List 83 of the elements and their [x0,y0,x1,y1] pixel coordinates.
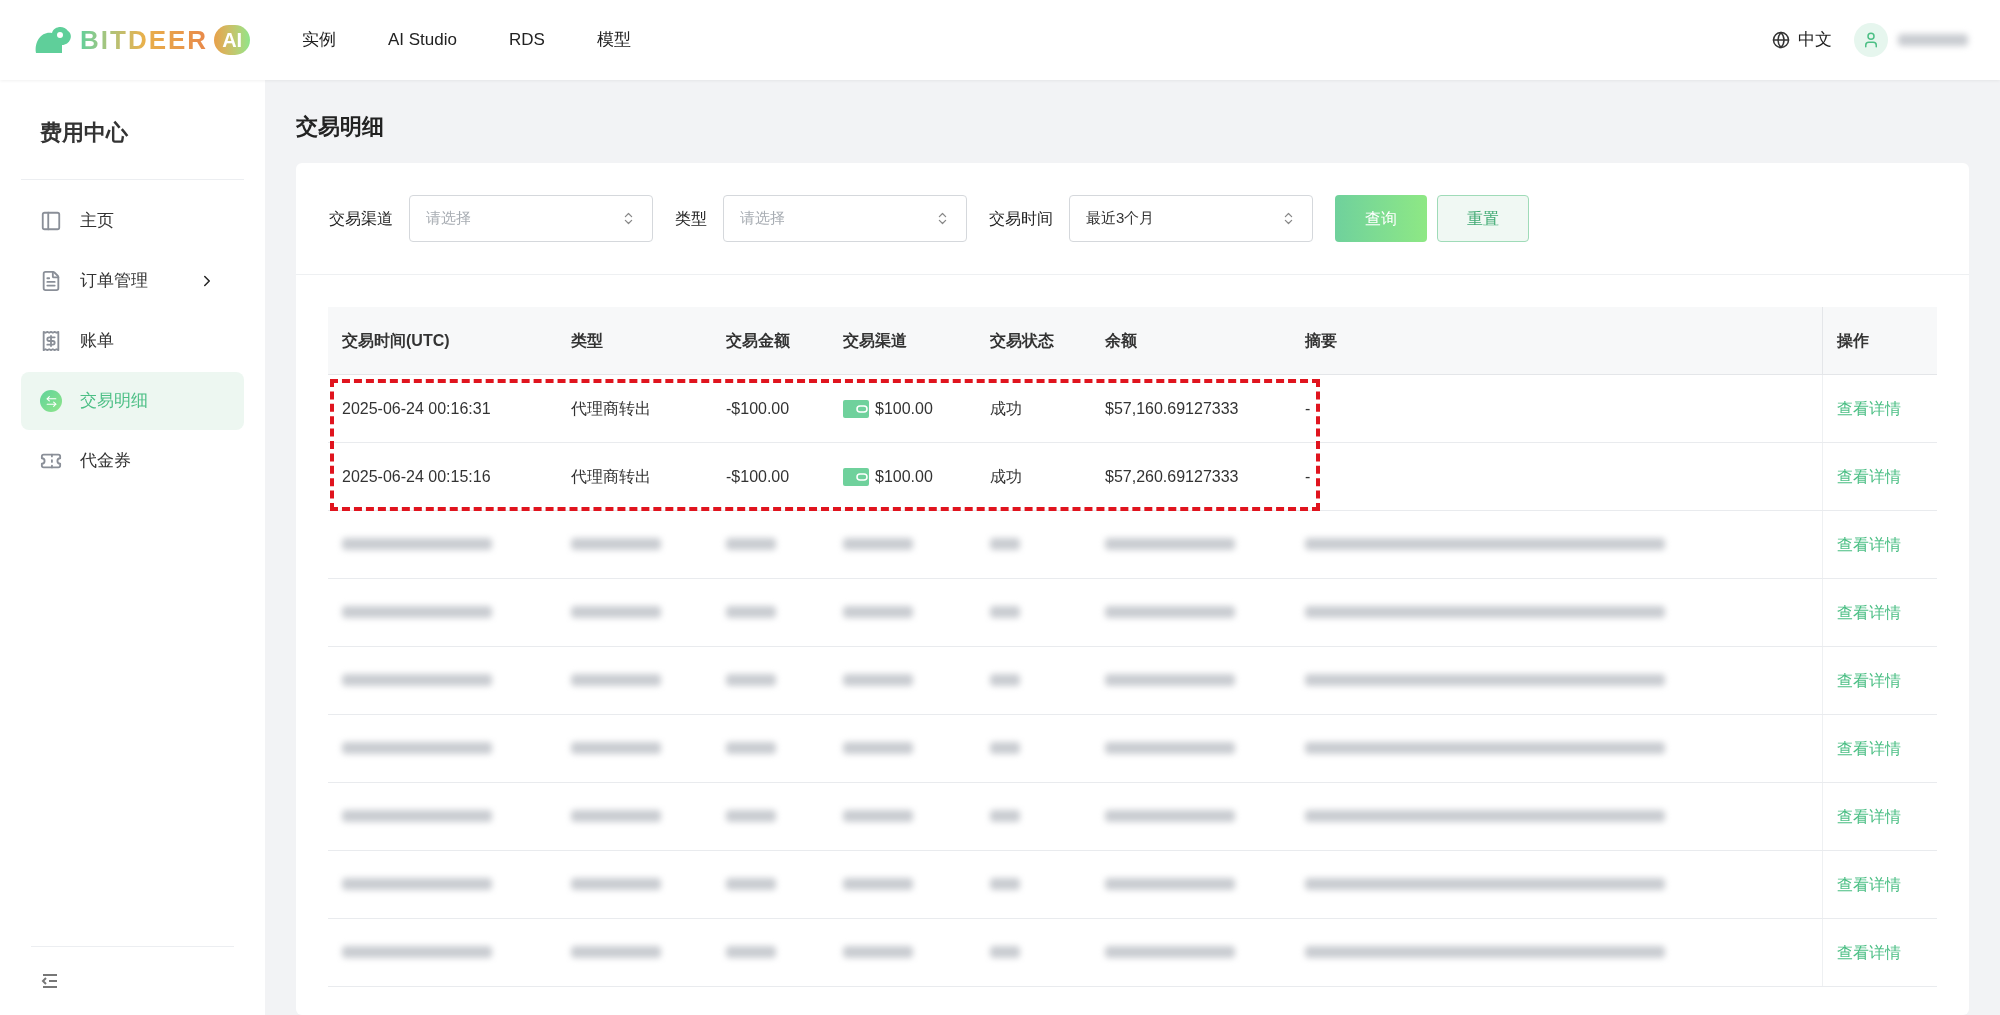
column-header: 余额 [1105,331,1137,349]
column-header: 操作 [1837,330,1869,351]
exchange-icon [40,390,62,412]
blurred-text [726,877,776,890]
sidebar-item[interactable]: 主页 [21,192,244,250]
table-cell-text: $100.00 [875,466,933,487]
table-cell: -$100.00 [726,399,790,417]
view-details-link[interactable]: 查看详情 [1837,532,1901,557]
sidebar-item[interactable]: 代金券 [21,432,244,490]
blurred-text [843,605,913,618]
view-details-link[interactable]: 查看详情 [1837,804,1901,829]
view-details-link[interactable]: 查看详情 [1837,464,1901,489]
column-header: 摘要 [1305,331,1337,349]
select-field[interactable]: 最近3个月 [1069,195,1313,242]
blurred-text [726,605,776,618]
table-cell: 代理商转出 [571,399,651,417]
table-cell: 2025-06-24 00:16:31 [342,399,491,417]
blurred-username [1898,34,1968,46]
blurred-text [726,537,776,550]
document-icon [40,270,62,292]
blurred-text [726,741,776,754]
page-title: 交易明细 [296,113,385,141]
filter-label: 交易渠道 [329,208,393,229]
table-cell: 成功 [990,467,1022,485]
table-cell: 成功 [990,399,1022,417]
blurred-text [843,537,913,550]
column-header: 交易时间(UTC) [342,331,450,349]
filter-label: 交易时间 [989,208,1053,229]
column-header: 交易渠道 [843,331,907,349]
column-header: 交易状态 [990,331,1054,349]
view-details-link[interactable]: 查看详情 [1837,940,1901,965]
select-field[interactable]: 请选择 [409,195,653,242]
table-cell: 代理商转出 [571,467,651,485]
query-button[interactable]: 查询 [1335,195,1427,242]
sidebar-item[interactable]: 账单 [21,312,244,370]
table-cell-text: $100.00 [875,398,933,419]
nav-link[interactable]: 模型 [596,27,631,53]
reset-button[interactable]: 重置 [1437,195,1529,242]
column-header: 交易金额 [726,331,790,349]
blurred-text [843,877,913,890]
blurred-text [990,537,1020,550]
blurred-text [726,809,776,822]
sidebar-item[interactable]: 交易明细 [21,372,244,430]
blurred-text [726,673,776,686]
sidebar-title: 费用中心 [39,119,129,147]
column-header: 类型 [571,331,603,349]
blurred-text [990,809,1020,822]
nav-link[interactable]: AI Studio [388,27,457,53]
blurred-text [990,877,1020,890]
wallet-icon [843,467,869,486]
blurred-text [843,673,913,686]
nav-link[interactable]: RDS [509,27,545,53]
sidebar-item[interactable]: 订单管理 [21,252,244,310]
blurred-text [843,809,913,822]
collapse-icon[interactable] [41,973,59,989]
blurred-text [990,741,1020,754]
receipt-icon [40,330,62,352]
blurred-text [843,741,913,754]
view-details-link[interactable]: 查看详情 [1837,736,1901,761]
view-details-link[interactable]: 查看详情 [1837,872,1901,897]
table-cell: - [1305,399,1311,417]
wallet-icon [843,399,869,418]
blurred-text [726,945,776,958]
table-cell: - [1305,467,1311,485]
table-cell: 2025-06-24 00:15:16 [342,467,491,485]
view-details-link[interactable]: 查看详情 [1837,600,1901,625]
table-cell: $57,260.69127333 [1105,467,1239,485]
filter-label: 类型 [675,208,707,229]
layout-icon [40,210,62,232]
blurred-text [990,945,1020,958]
blurred-text [990,605,1020,618]
avatar-icon[interactable] [1854,23,1888,57]
nav-link[interactable]: 实例 [302,27,336,53]
view-details-link[interactable]: 查看详情 [1837,668,1901,693]
logo-badge: AI [214,25,251,55]
view-details-link[interactable]: 查看详情 [1837,396,1901,421]
blurred-text [990,673,1020,686]
table-cell: $57,160.69127333 [1105,399,1239,417]
language-label[interactable]: 中文 [1798,27,1832,53]
globe-icon[interactable] [1772,31,1790,49]
table-cell: -$100.00 [726,467,790,485]
select-field[interactable]: 请选择 [723,195,967,242]
blurred-text [843,945,913,958]
